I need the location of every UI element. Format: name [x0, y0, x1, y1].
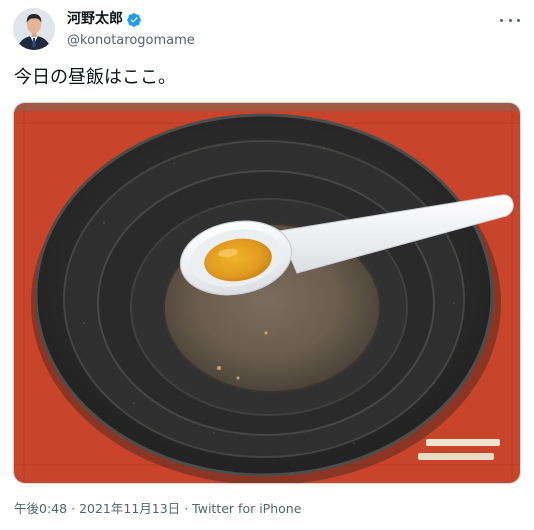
avatar-photo	[13, 8, 55, 50]
verified-badge-icon	[126, 12, 142, 28]
tweet-card: 河野太郎 @konotarogomame 今日の昼飯はここ。 午後0:48 · …	[0, 0, 534, 530]
author-block: 河野太郎 @konotarogomame	[67, 10, 195, 50]
meta-separator: ·	[184, 501, 189, 516]
tweet-metadata: 午後0:48 · 2021年11月13日 · Twitter for iPhone	[14, 500, 301, 518]
tweet-date[interactable]: 2021年11月13日	[79, 501, 180, 516]
profile-avatar[interactable]	[13, 8, 55, 50]
author-display-name[interactable]: 河野太郎	[67, 10, 123, 29]
tweet-source[interactable]: Twitter for iPhone	[192, 501, 301, 516]
author-name-row: 河野太郎	[67, 10, 195, 29]
tweet-text: 今日の昼飯はここ。	[14, 67, 176, 88]
empty-ramen-bowl-image	[14, 103, 520, 483]
more-options-icon[interactable]	[500, 14, 520, 26]
author-handle[interactable]: @konotarogomame	[67, 32, 195, 50]
meta-separator: ·	[71, 501, 76, 516]
tweet-time[interactable]: 午後0:48	[14, 501, 67, 516]
tweet-photo[interactable]	[13, 102, 521, 484]
